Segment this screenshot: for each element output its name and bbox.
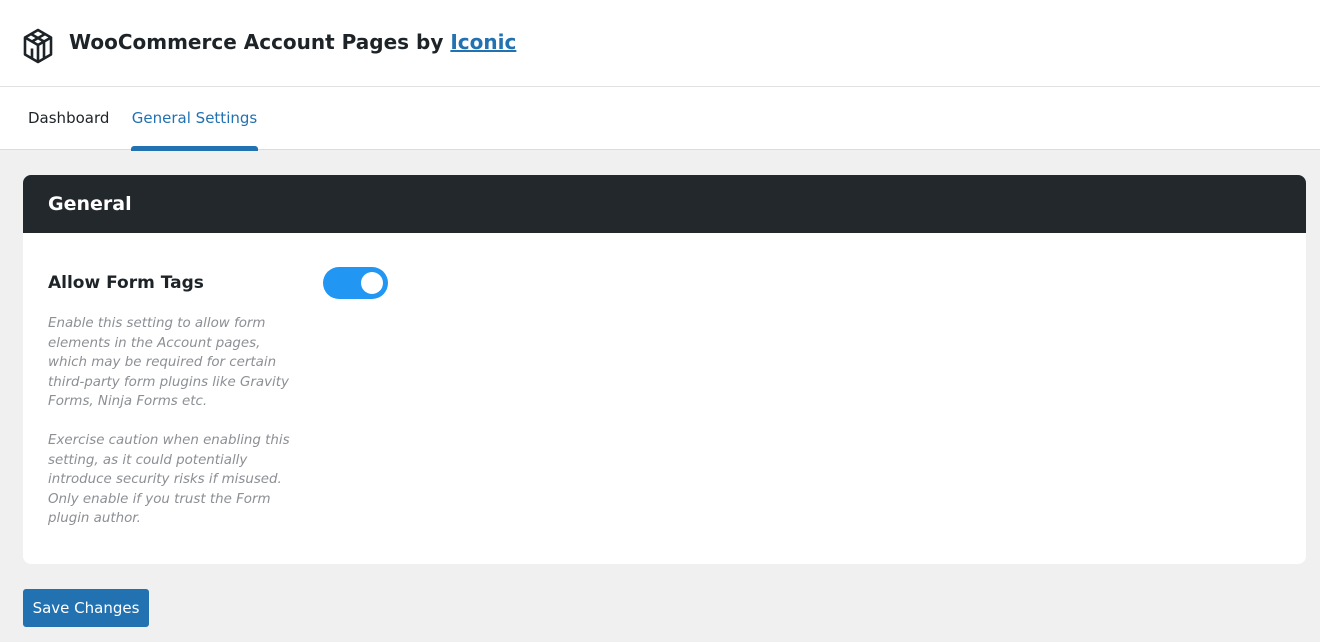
setting-description-paragraph: Enable this setting to allow form elemen… bbox=[48, 316, 289, 409]
general-settings-panel: General Allow Form Tags Enable this sett… bbox=[23, 175, 1306, 564]
setting-description-warning: Exercise caution when enabling this sett… bbox=[48, 433, 290, 526]
app-title-text: WooCommerce Account Pages by bbox=[69, 30, 444, 54]
tab-bar: Dashboard General Settings bbox=[0, 87, 1320, 151]
tab-dashboard[interactable]: Dashboard bbox=[28, 87, 109, 150]
setting-description: Enable this setting to allow form elemen… bbox=[48, 314, 303, 529]
panel-title: General bbox=[23, 175, 1306, 233]
save-changes-button[interactable]: Save Changes bbox=[23, 589, 149, 627]
top-header: WooCommerce Account Pages by Iconic bbox=[0, 0, 1320, 87]
tab-general-settings[interactable]: General Settings bbox=[131, 87, 258, 151]
toggle-knob bbox=[361, 272, 383, 294]
allow-form-tags-toggle[interactable] bbox=[323, 267, 388, 299]
iconic-link[interactable]: Iconic bbox=[450, 30, 516, 54]
setting-label-allow-form-tags: Allow Form Tags bbox=[48, 273, 204, 293]
app-title: WooCommerce Account Pages by Iconic bbox=[69, 30, 516, 54]
iconic-cube-logo-icon bbox=[22, 28, 54, 64]
